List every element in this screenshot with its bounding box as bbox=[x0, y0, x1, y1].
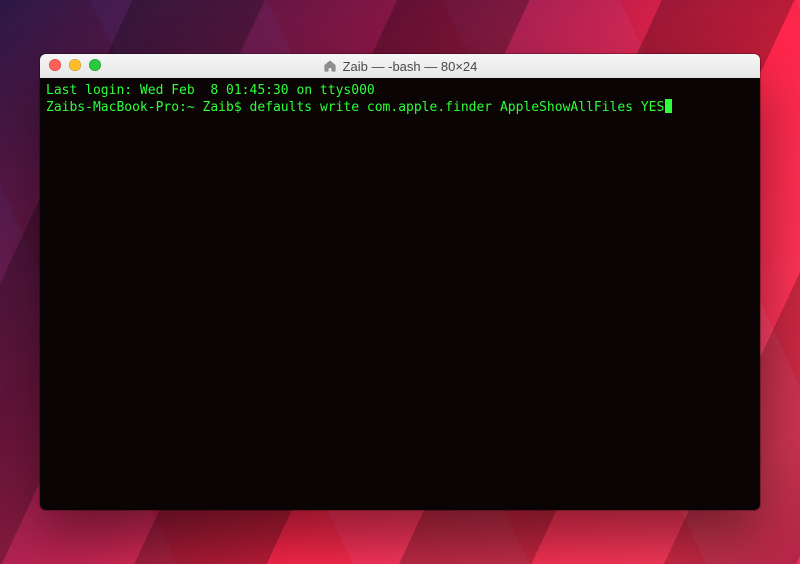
close-button[interactable] bbox=[49, 59, 61, 71]
terminal-prompt: Zaibs-MacBook-Pro:~ Zaib$ bbox=[46, 100, 250, 115]
window-titlebar[interactable]: Zaib — -bash — 80×24 bbox=[40, 54, 760, 79]
zoom-button[interactable] bbox=[89, 59, 101, 71]
minimize-button[interactable] bbox=[69, 59, 81, 71]
home-icon bbox=[323, 59, 337, 73]
window-title-text: Zaib — -bash — 80×24 bbox=[343, 59, 478, 74]
window-title: Zaib — -bash — 80×24 bbox=[40, 59, 760, 74]
terminal-body[interactable]: Last login: Wed Feb 8 01:45:30 on ttys00… bbox=[40, 78, 760, 510]
terminal-command: defaults write com.apple.finder AppleSho… bbox=[250, 100, 665, 115]
terminal-line-lastlogin: Last login: Wed Feb 8 01:45:30 on ttys00… bbox=[46, 83, 375, 98]
cursor-block bbox=[665, 99, 672, 113]
traffic-lights bbox=[49, 59, 101, 71]
terminal-window: Zaib — -bash — 80×24 Last login: Wed Feb… bbox=[40, 54, 760, 510]
